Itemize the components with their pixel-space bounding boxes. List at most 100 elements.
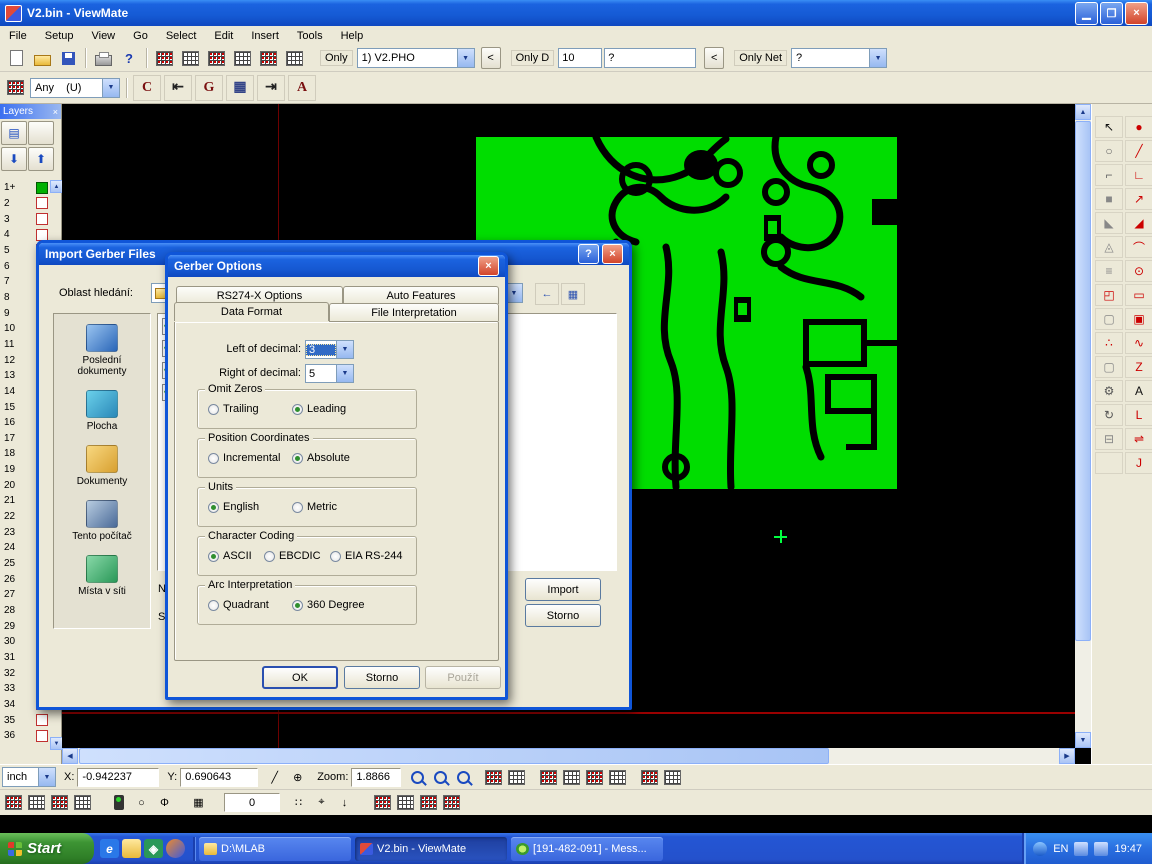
chevron-down-icon[interactable]: ▼ <box>336 365 353 382</box>
layer-stack-button-4[interactable] <box>72 793 93 812</box>
chevron-down-icon[interactable]: ▼ <box>38 768 55 786</box>
layer-row[interactable]: 1+ <box>1 180 50 196</box>
radio-metric[interactable]: Metric <box>292 501 337 513</box>
view-pattern-button-6[interactable] <box>662 768 683 787</box>
restore-button[interactable]: ❐ <box>1100 2 1123 25</box>
right-decimal-combo[interactable]: 5 ▼ <box>305 364 354 383</box>
layer-move-down-button[interactable]: ⬇ <box>1 147 27 171</box>
media-player-icon[interactable]: ◈ <box>144 839 163 858</box>
radio-incremental[interactable]: Incremental <box>208 452 292 464</box>
layer-grid-button[interactable]: ▤ <box>1 121 27 145</box>
swap-tool-icon[interactable]: ⇌ <box>1125 428 1152 450</box>
layer-row[interactable]: 2 <box>1 196 50 212</box>
radio-360-degree[interactable]: 360 Degree <box>292 599 365 611</box>
snap-button[interactable]: ⌖ <box>311 793 332 812</box>
pad-pattern-button-4[interactable] <box>441 793 462 812</box>
taskbar-task[interactable]: [191-482-091] - Mess... <box>511 837 663 861</box>
zoom-out-button[interactable] <box>453 768 474 787</box>
internet-explorer-icon[interactable]: e <box>100 839 119 858</box>
view-pattern-button-3[interactable] <box>584 768 605 787</box>
letter-l-tool-icon[interactable]: L <box>1125 404 1152 426</box>
gerber-dialog-titlebar[interactable]: Gerber Options × <box>168 255 505 277</box>
radio-eia-rs-244[interactable]: EIA RS-244 <box>330 550 402 562</box>
prev-dcode-button[interactable]: < <box>481 47 501 69</box>
tab-auto-features[interactable]: Auto Features <box>343 286 499 304</box>
arc-tool-icon[interactable]: ⌒ <box>1125 236 1152 258</box>
dcode-grid-icon[interactable]: ▦ <box>226 75 254 101</box>
scroll-right-icon[interactable]: ▶ <box>1059 748 1075 764</box>
ok-button[interactable]: OK <box>262 666 338 689</box>
text-a-icon[interactable]: A <box>288 75 316 101</box>
select-box-icon[interactable]: ▣ <box>1125 308 1152 330</box>
flash-pad-icon[interactable]: ● <box>1125 116 1152 138</box>
layer-stack-button-1[interactable] <box>3 793 24 812</box>
units-combo[interactable]: inch ▼ <box>2 767 56 787</box>
radio-trailing[interactable]: Trailing <box>208 403 292 415</box>
aperture-list-button[interactable] <box>178 47 202 69</box>
view-pattern-button-2[interactable] <box>561 768 582 787</box>
measure-line-button[interactable]: ╱ <box>264 768 285 787</box>
dcode-right-icon[interactable]: ⇥ <box>257 75 285 101</box>
window-titlebar[interactable]: V2.bin - ViewMate ▁ ❐ × <box>0 0 1152 26</box>
place-item[interactable]: Poslední dokumenty <box>57 324 147 377</box>
place-item[interactable]: Dokumenty <box>57 445 147 487</box>
cancel-button[interactable]: Storno <box>344 666 420 689</box>
layer-swatch[interactable] <box>36 229 48 241</box>
rectangle-tool-icon[interactable]: ▭ <box>1125 284 1152 306</box>
radio-english[interactable]: English <box>208 501 292 513</box>
dcode-left-icon[interactable]: ⇤ <box>164 75 192 101</box>
dcode-filter-input[interactable]: ? <box>604 48 696 68</box>
update-tray-icon[interactable] <box>1033 842 1047 856</box>
horizontal-scrollbar[interactable]: ◀ ▶ <box>62 748 1075 764</box>
layer-swatch[interactable] <box>36 730 48 742</box>
settings-gear-icon[interactable]: ⚙ <box>1095 380 1123 402</box>
wave-tool-icon[interactable]: ∿ <box>1125 332 1152 354</box>
dcode-input[interactable]: 10 <box>558 48 602 68</box>
only-d-toggle[interactable]: Only D <box>511 50 555 66</box>
dot-grid-button[interactable]: ∷ <box>288 793 309 812</box>
layer-blank-button[interactable] <box>28 121 54 145</box>
layer-row[interactable]: 3 <box>1 211 50 227</box>
dialog-close-button[interactable]: × <box>478 256 499 276</box>
dashed-box-icon[interactable]: ▢ <box>1095 308 1123 330</box>
layer-swatch[interactable] <box>36 714 48 726</box>
vector-arrow-icon[interactable]: ↗ <box>1125 188 1152 210</box>
place-item[interactable]: Plocha <box>57 390 147 432</box>
measure-button[interactable] <box>282 47 306 69</box>
layer-select-combo[interactable]: 1) V2.PHO ▼ <box>357 48 475 68</box>
scroll-down-icon[interactable]: ▼ <box>1075 732 1091 748</box>
keyboard-tray-icon[interactable] <box>1074 842 1088 856</box>
aperture-filter-combo[interactable]: Any (U) ▼ <box>30 78 120 98</box>
circle-center-icon[interactable]: ⊙ <box>1125 260 1152 282</box>
view-pattern-button-4[interactable] <box>607 768 628 787</box>
pad-pattern-button-2[interactable] <box>395 793 416 812</box>
step-tool-icon[interactable]: ⌐ <box>1095 164 1123 186</box>
menu-item-setup[interactable]: Setup <box>36 28 83 44</box>
dotted-line-icon[interactable]: ∴ <box>1095 332 1123 354</box>
letter-j-tool-icon[interactable]: J <box>1125 452 1152 474</box>
layer-stack-button-2[interactable] <box>26 793 47 812</box>
taskbar-task[interactable]: V2.bin - ViewMate <box>355 837 507 861</box>
zigzag-tool-icon[interactable]: Z <box>1125 356 1152 378</box>
edit-box-icon[interactable]: ⊟ <box>1095 428 1123 450</box>
drop-marker-button[interactable]: ↓ <box>334 793 355 812</box>
grid-plain-button[interactable] <box>506 768 527 787</box>
mirror-triangle-icon[interactable]: ◬ <box>1095 236 1123 258</box>
triangle-tool-icon[interactable]: ◣ <box>1095 212 1123 234</box>
vertical-scroll-thumb[interactable] <box>1075 121 1091 641</box>
apply-button[interactable]: Použít <box>425 666 501 689</box>
vertical-scrollbar[interactable]: ▲ ▼ <box>1075 104 1091 748</box>
scroll-up-icon[interactable]: ▲ <box>1075 104 1091 120</box>
save-file-button[interactable] <box>56 47 80 69</box>
cancel-button[interactable]: Storno <box>525 604 601 627</box>
views-button[interactable]: ▦ <box>561 283 585 305</box>
c-code-icon[interactable]: C <box>133 75 161 101</box>
dialog-help-button[interactable]: ? <box>578 244 599 264</box>
tab-data-format[interactable]: Data Format <box>174 302 329 321</box>
layer-row[interactable]: 35 <box>1 712 50 728</box>
close-button[interactable]: × <box>1125 2 1148 25</box>
chevron-down-icon[interactable]: ▼ <box>869 49 886 67</box>
only-net-toggle[interactable]: Only Net <box>734 50 787 66</box>
zoom-in-button[interactable] <box>430 768 451 787</box>
select-cursor-icon[interactable]: ↖ <box>1095 116 1123 138</box>
